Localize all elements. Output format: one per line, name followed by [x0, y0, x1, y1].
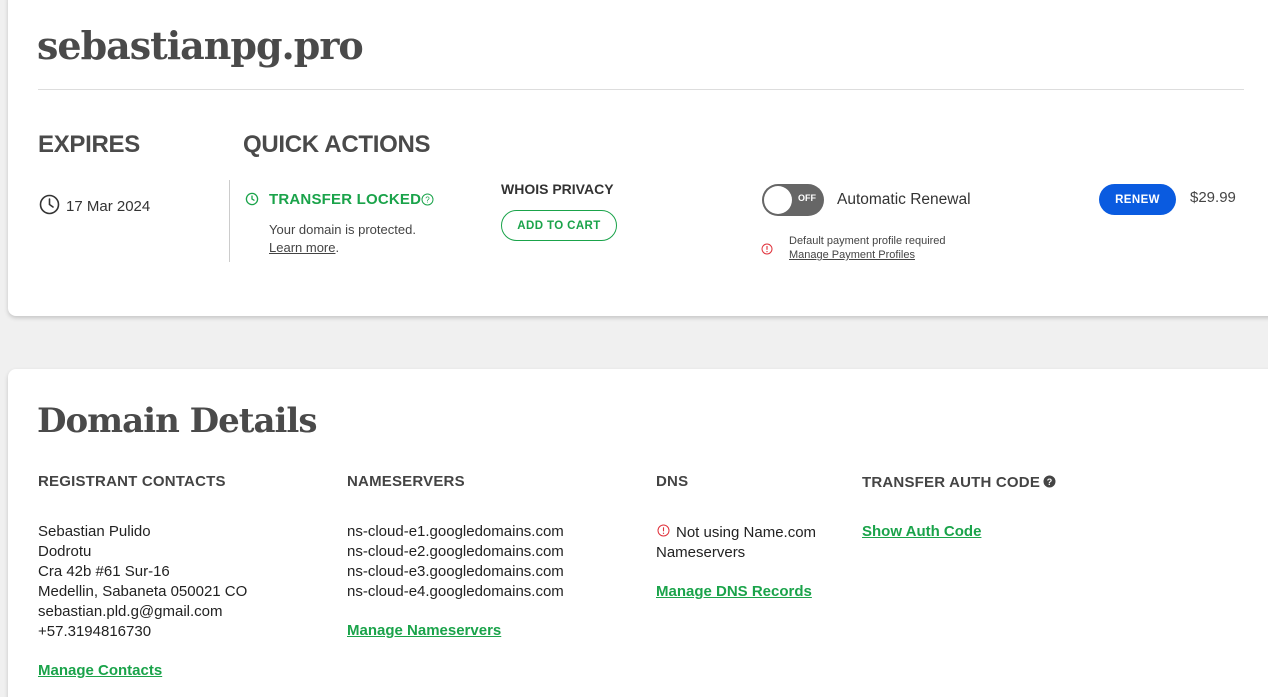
nameserver-item: ns-cloud-e1.googledomains.com	[347, 523, 564, 540]
transfer-desc: Your domain is protected.	[269, 222, 416, 237]
whois-heading: WHOIS PRIVACY	[501, 181, 614, 197]
auto-renew-label: Automatic Renewal	[837, 191, 971, 208]
dns-heading: DNS	[656, 473, 689, 490]
manage-contacts-link[interactable]: Manage Contacts	[38, 662, 162, 679]
expires-row: 17 Mar 2024	[39, 194, 150, 220]
expires-heading: EXPIRES	[38, 131, 140, 158]
learn-more-period: .	[335, 240, 340, 255]
nameserver-item: ns-cloud-e4.googledomains.com	[347, 583, 564, 600]
registrant-lines: Sebastian Pulido Dodrotu Cra 42b #61 Sur…	[38, 522, 247, 642]
manage-nameservers-link[interactable]: Manage Nameservers	[347, 622, 501, 639]
registrant-org: Dodrotu	[38, 543, 92, 560]
details-title: Domain Details	[37, 401, 317, 441]
svg-text:?: ?	[425, 196, 430, 205]
auto-renew-toggle[interactable]: OFF	[762, 184, 824, 216]
registrant-email: sebastian.pld.g@gmail.com	[38, 603, 223, 620]
nameserver-list: ns-cloud-e1.googledomains.com ns-cloud-e…	[347, 522, 564, 602]
renew-button[interactable]: RENEW	[1099, 184, 1176, 215]
registrant-street: Cra 42b #61 Sur-16	[38, 563, 170, 580]
renew-price: $29.99	[1190, 189, 1236, 206]
toggle-state: OFF	[798, 193, 816, 203]
svg-text:?: ?	[1047, 477, 1053, 487]
auth-help-icon[interactable]: ?	[1043, 475, 1056, 493]
clock-icon	[39, 194, 60, 220]
nameserver-item: ns-cloud-e2.googledomains.com	[347, 543, 564, 560]
registrant-heading: REGISTRANT CONTACTS	[38, 473, 226, 490]
help-icon[interactable]: ?	[421, 193, 434, 211]
manage-dns-link[interactable]: Manage DNS Records	[656, 583, 812, 600]
quick-actions-heading: QUICK ACTIONS	[243, 131, 431, 158]
show-auth-code-link[interactable]: Show Auth Code	[862, 523, 981, 540]
registrant-city: Medellin, Sabaneta 050021 CO	[38, 583, 248, 600]
title-divider	[38, 89, 1244, 90]
learn-more-row: Learn more.	[269, 240, 339, 255]
transfer-clock-icon	[245, 192, 259, 211]
registrant-name: Sebastian Pulido	[38, 523, 151, 540]
add-to-cart-button[interactable]: ADD TO CART	[501, 210, 617, 241]
dns-status-line1: Not using Name.com	[676, 524, 817, 541]
warning-icon	[761, 242, 773, 260]
payment-warning: Default payment profile required	[789, 235, 946, 247]
nameservers-heading: NAMESERVERS	[347, 473, 465, 490]
expires-date: 17 Mar 2024	[66, 198, 151, 215]
learn-more-link[interactable]: Learn more	[269, 240, 335, 255]
expires-divider	[229, 180, 230, 262]
dns-warning-icon	[657, 524, 670, 542]
dns-status-line2: Nameservers	[656, 544, 746, 561]
auth-code-heading: TRANSFER AUTH CODE	[862, 474, 1041, 491]
toggle-knob	[764, 186, 792, 214]
domain-name-title: sebastianpg.pro	[37, 23, 364, 68]
transfer-status: TRANSFER LOCKED	[269, 191, 422, 208]
nameserver-item: ns-cloud-e3.googledomains.com	[347, 563, 564, 580]
registrant-phone: +57.3194816730	[38, 623, 152, 640]
manage-payment-link[interactable]: Manage Payment Profiles	[789, 249, 915, 261]
